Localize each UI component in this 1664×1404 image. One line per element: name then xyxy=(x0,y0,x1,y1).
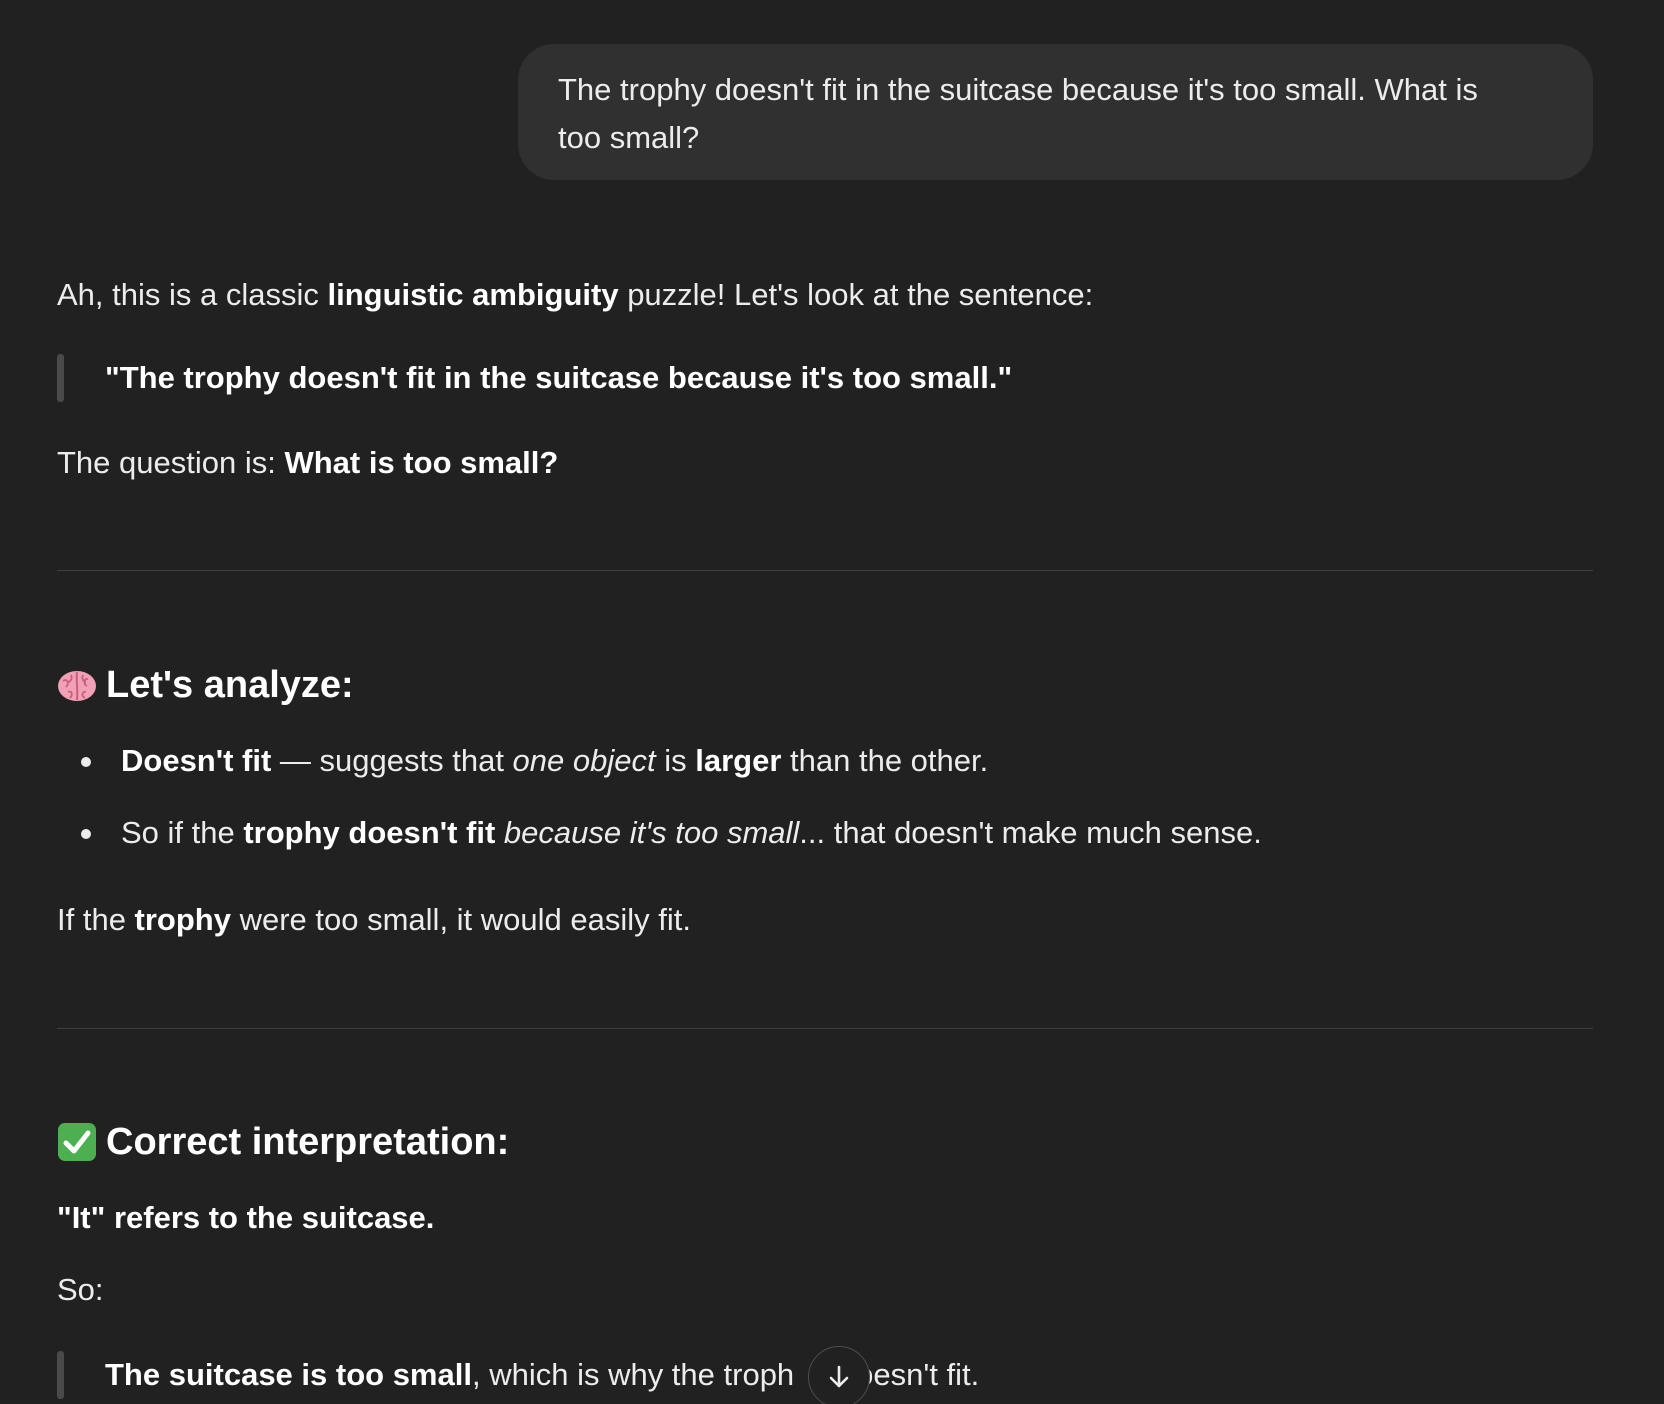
user-message-line-1: The trophy doesn't fit in the suitcase b… xyxy=(558,72,1478,107)
intro-text-end: puzzle! Let's look at the sentence: xyxy=(618,277,1094,312)
question-label: The question is: xyxy=(57,445,285,480)
user-message-line-2: too small? xyxy=(558,120,700,155)
quote-text: "The trophy doesn't fit in the suitcase … xyxy=(105,360,1013,395)
question-paragraph: The question is: What is too small? xyxy=(57,441,558,485)
blockquote-sentence: "The trophy doesn't fit in the suitcase … xyxy=(105,356,1012,400)
li-italic: because it's too small xyxy=(503,815,800,850)
blockquote-bar xyxy=(57,354,64,402)
brain-emoji-icon xyxy=(57,665,97,705)
li-text xyxy=(495,815,504,850)
li-bold: Doesn't fit xyxy=(121,743,272,778)
li-text: So if the xyxy=(121,815,244,850)
user-message-bubble: The trophy doesn't fit in the suitcase b… xyxy=(518,44,1593,180)
answer-text-end: oesn't fit. xyxy=(856,1357,980,1392)
intro-bold: linguistic ambiguity xyxy=(327,277,619,312)
question-bold: What is too small? xyxy=(284,445,559,480)
list-item: Doesn't fit — suggests that one object i… xyxy=(121,739,988,783)
li-italic: one object xyxy=(512,743,656,778)
section-heading-correct: Correct interpretation: xyxy=(57,1117,509,1167)
interpretation-statement: "It" refers to the suitcase. xyxy=(57,1196,434,1240)
divider xyxy=(57,1028,1593,1029)
heading-text: Let's analyze: xyxy=(106,664,354,706)
li-text: is xyxy=(655,743,696,778)
arrow-down-icon xyxy=(825,1363,853,1391)
heading-text: Correct interpretation: xyxy=(106,1121,510,1163)
bullet-dot xyxy=(81,829,91,839)
divider xyxy=(57,570,1593,571)
conclusion-text-end: were too small, it would easily fit. xyxy=(230,902,691,937)
li-text: than the other. xyxy=(781,743,989,778)
li-text: — suggests that xyxy=(271,743,513,778)
blockquote-bar xyxy=(57,1351,64,1399)
chat-page: The trophy doesn't fit in the suitcase b… xyxy=(0,0,1664,1404)
intro-text: Ah, this is a classic xyxy=(57,277,328,312)
li-bold: larger xyxy=(695,743,782,778)
li-text: ... that doesn't make much sense. xyxy=(799,815,1262,850)
answer-text: , which is why the troph xyxy=(471,1357,795,1392)
check-mark-emoji-icon xyxy=(57,1122,97,1162)
intro-paragraph: Ah, this is a classic linguistic ambigui… xyxy=(57,273,1093,317)
so-label: So: xyxy=(57,1272,104,1307)
conclusion-bold: trophy xyxy=(134,902,231,937)
list-item: So if the trophy doesn't fit because it'… xyxy=(121,811,1262,855)
interpretation-bold: "It" refers to the suitcase. xyxy=(57,1200,435,1235)
answer-bold: The suitcase is too small xyxy=(105,1357,472,1392)
section-heading-analyze: Let's analyze: xyxy=(57,660,354,710)
li-bold: trophy doesn't fit xyxy=(243,815,496,850)
conclusion-text: If the xyxy=(57,902,135,937)
bullet-dot xyxy=(81,757,91,767)
analysis-conclusion: If the trophy were too small, it would e… xyxy=(57,898,691,942)
scroll-to-bottom-button[interactable] xyxy=(808,1346,870,1404)
